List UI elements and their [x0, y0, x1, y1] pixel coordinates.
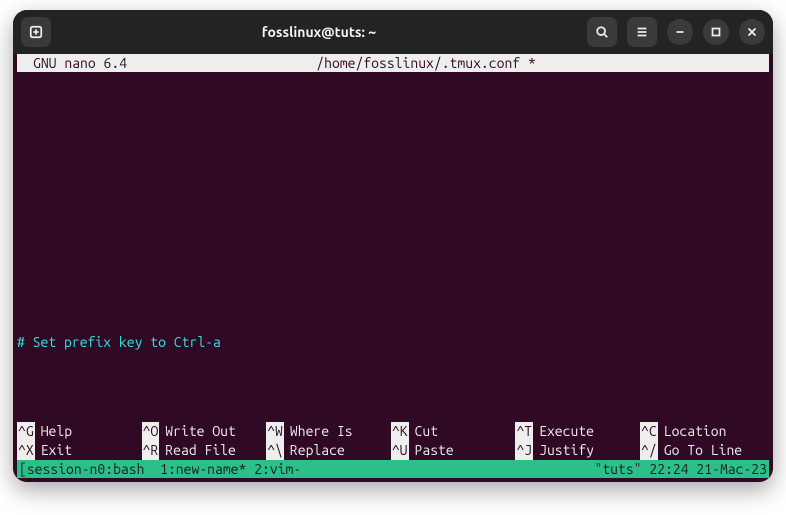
minimize-icon — [673, 25, 687, 39]
close-button[interactable] — [739, 19, 765, 45]
shortcut-paste[interactable]: ^UPaste — [391, 441, 516, 460]
shortcut-gotoline[interactable]: ^/Go To Line — [640, 441, 765, 460]
editor-line-comment: # Set prefix key to Ctrl-a — [17, 333, 769, 352]
terminal-area[interactable]: GNU nano 6.4 /home/fosslinux/.tmux.conf … — [13, 54, 773, 482]
new-tab-icon — [29, 25, 43, 39]
tmux-status-bar[interactable]: [session-n0:bash 1:new-name* 2:vim- "tut… — [17, 460, 769, 478]
tmux-status-right: "tuts" 22:24 21-Mac-23 — [595, 460, 768, 479]
maximize-icon — [709, 25, 723, 39]
shortcut-justify[interactable]: ^JJustify — [515, 441, 640, 460]
hamburger-icon — [635, 25, 649, 39]
shortcut-location[interactable]: ^CLocation — [640, 422, 765, 441]
editor-body[interactable]: # Set prefix key to Ctrl-a set-option -g… — [13, 72, 773, 482]
new-tab-button[interactable] — [21, 17, 51, 47]
shortcut-row-2: ^XExit ^RRead File ^\Replace ^UPaste ^JJ… — [17, 441, 765, 460]
maximize-button[interactable] — [703, 19, 729, 45]
shortcut-row-1: ^GHelp ^OWrite Out ^WWhere Is ^KCut ^TEx… — [17, 422, 765, 441]
tmux-status-left: [session-n0:bash 1:new-name* 2:vim- — [19, 460, 595, 479]
shortcut-readfile[interactable]: ^RRead File — [142, 441, 267, 460]
nano-shortcut-bar: ^GHelp ^OWrite Out ^WWhere Is ^KCut ^TEx… — [13, 422, 769, 460]
shortcut-writeout[interactable]: ^OWrite Out — [142, 422, 267, 441]
window-title: fosslinux@tuts: ~ — [59, 24, 579, 40]
nano-file-label: /home/fosslinux/.tmux.conf * — [87, 54, 765, 73]
nano-header-bar: GNU nano 6.4 /home/fosslinux/.tmux.conf … — [17, 54, 769, 72]
minimize-button[interactable] — [667, 19, 693, 45]
shortcut-cut[interactable]: ^KCut — [391, 422, 516, 441]
shortcut-whereis[interactable]: ^WWhere Is — [266, 422, 391, 441]
shortcut-replace[interactable]: ^\Replace — [266, 441, 391, 460]
search-icon — [595, 25, 609, 39]
terminal-window: fosslinux@tuts: ~ GNU nano 6.4 /home/fos… — [13, 10, 773, 482]
search-button[interactable] — [587, 17, 617, 47]
titlebar: fosslinux@tuts: ~ — [13, 10, 773, 54]
shortcut-execute[interactable]: ^TExecute — [515, 422, 640, 441]
shortcut-exit[interactable]: ^XExit — [17, 441, 142, 460]
menu-button[interactable] — [627, 17, 657, 47]
close-icon — [745, 25, 759, 39]
shortcut-help[interactable]: ^GHelp — [17, 422, 142, 441]
